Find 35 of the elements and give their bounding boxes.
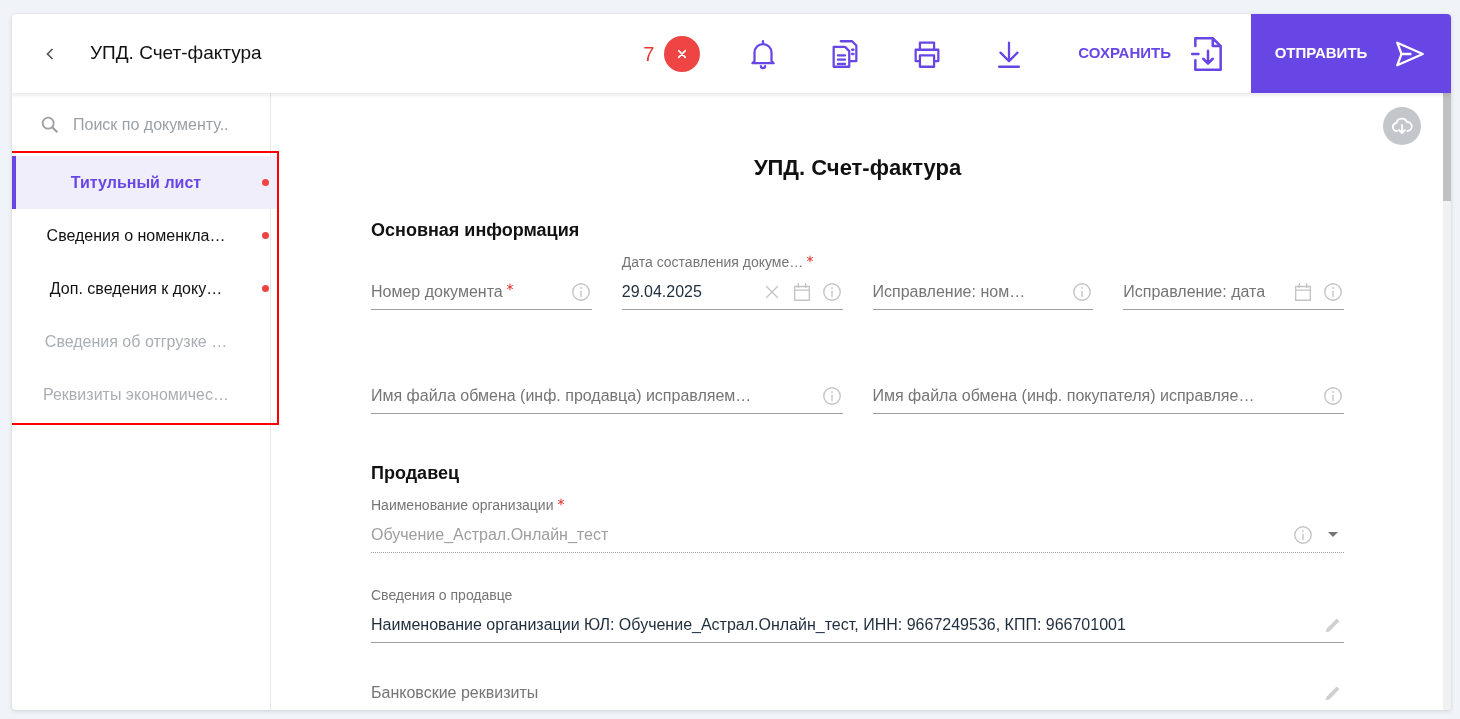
send-button[interactable]: ОТПРАВИТЬ	[1251, 14, 1451, 93]
scrollbar-thumb[interactable]	[1443, 93, 1451, 201]
info-icon	[1322, 280, 1344, 303]
section-title: Продавец	[371, 462, 461, 486]
errors-button[interactable]	[664, 35, 701, 72]
nav-item[interactable]: Доп. сведения к доку…	[12, 262, 277, 315]
field-label: Наименование организации	[371, 495, 1344, 518]
input-field[interactable]: Исправление: дата	[1123, 274, 1344, 311]
nav-item[interactable]: Титульный лист	[12, 156, 277, 209]
caret-icon	[1328, 532, 1338, 538]
save-button[interactable]: СОХРАНИТЬ	[1078, 34, 1227, 73]
info-icon	[569, 280, 592, 303]
nav-item[interactable]: Сведения о номенкла…	[12, 209, 277, 262]
section-title: Основная информация	[371, 219, 581, 243]
input-field[interactable]: Имя файла обмена (инф. покупателя) исправляе…	[872, 378, 1344, 415]
input-field[interactable]: Имя файла обмена (инф. продавца) исправляем…	[371, 378, 843, 415]
input-field[interactable]: Номер документа	[371, 274, 592, 311]
input-field[interactable]: Наименование организации ЮЛ: Обучение_Астрал.Онлайн_тест, ИНН: 9667249536, КПП: 966701001	[371, 607, 1344, 644]
calendar-icon[interactable]	[1292, 280, 1314, 303]
info-icon	[820, 384, 843, 407]
form-title: УПД. Счет-фактура	[752, 155, 963, 182]
input-field[interactable]: Исправление: ном…	[872, 274, 1094, 311]
info-icon	[1322, 384, 1344, 407]
cloud-download-button[interactable]	[1383, 107, 1421, 145]
field-label: Сведения о продавце	[371, 586, 514, 606]
search-icon	[39, 114, 61, 136]
field-label: Дата составления докуме…	[621, 252, 843, 275]
input-field: Обучение_Астрал.Онлайн_тест	[371, 517, 1344, 554]
document-title: УПД. Счет-фактура	[90, 41, 262, 66]
input-field[interactable]: 29.04.2025	[621, 274, 843, 311]
info-icon	[820, 280, 843, 303]
error-count: 7	[643, 41, 655, 67]
input-field[interactable]: Банковские реквизиты	[371, 675, 1344, 710]
info-icon	[1292, 523, 1314, 546]
info-icon	[1071, 280, 1094, 303]
